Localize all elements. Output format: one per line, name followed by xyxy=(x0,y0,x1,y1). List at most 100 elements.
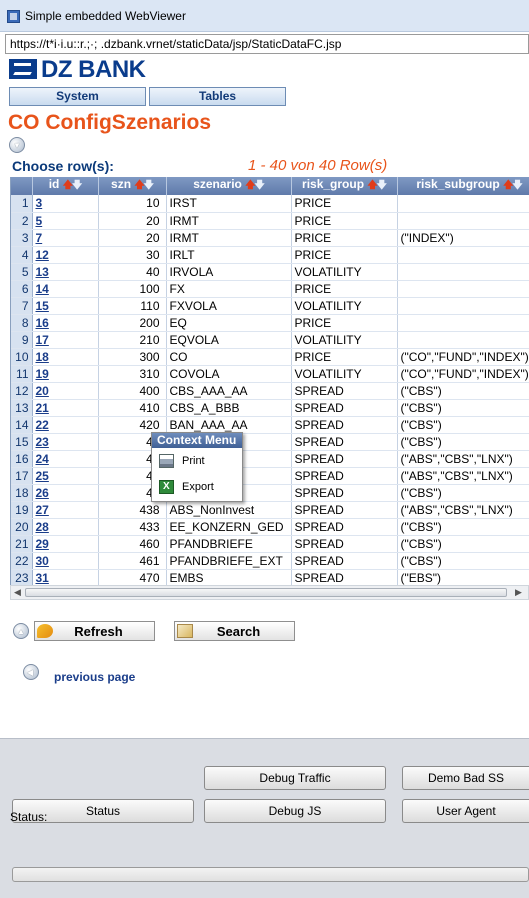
szn-cell: 433 xyxy=(98,518,167,536)
risk-group-cell: SPREAD xyxy=(291,399,398,417)
table-row[interactable]: 162442SPREAD("ABS","CBS","LNX") xyxy=(11,450,529,468)
risk-subgroup-cell xyxy=(397,314,529,332)
id-link[interactable]: 19 xyxy=(32,365,99,383)
id-link[interactable]: 20 xyxy=(32,382,99,400)
id-link[interactable]: 24 xyxy=(32,450,99,468)
table-row[interactable]: 22 30 461 PFANDBRIEFE_EXT SPREAD ("CBS") xyxy=(11,552,529,570)
table-row[interactable]: 1 3 10 IRST PRICE xyxy=(11,195,529,213)
id-link[interactable]: 26 xyxy=(32,484,99,502)
row-number: 2 xyxy=(11,212,33,230)
table-row[interactable]: 7 15 110 FXVOLA VOLATILITY xyxy=(11,297,529,315)
szn-cell: 10 xyxy=(98,195,167,213)
collapse-up-button[interactable]: ▲ xyxy=(13,623,29,639)
row-number: 10 xyxy=(11,348,33,366)
debug-traffic-button[interactable]: Debug Traffic xyxy=(204,766,386,790)
user-agent-button[interactable]: User Agent xyxy=(402,799,529,823)
id-link[interactable]: 14 xyxy=(32,280,99,298)
table-row[interactable]: 5 13 40 IRVOLA VOLATILITY xyxy=(11,263,529,281)
risk-subgroup-cell: ("CBS") xyxy=(397,399,529,417)
data-table-container[interactable]: id 🡅🡇 szn 🡅🡇 szenario 🡅🡇 risk_group 🡅🡇 r… xyxy=(10,177,529,585)
column-header-szn[interactable]: szn 🡅🡇 xyxy=(98,177,167,195)
search-button[interactable]: Search xyxy=(174,621,295,641)
id-link[interactable]: 25 xyxy=(32,467,99,485)
sort-arrows-icon[interactable]: 🡅🡇 xyxy=(63,180,83,191)
table-row[interactable]: 4 12 30 IRLT PRICE xyxy=(11,246,529,264)
table-row[interactable]: 10 18 300 CO PRICE ("CO","FUND","INDEX") xyxy=(11,348,529,366)
sort-arrows-icon[interactable]: 🡅🡇 xyxy=(245,180,265,191)
tab-tables[interactable]: Tables xyxy=(149,87,286,106)
id-link[interactable]: 16 xyxy=(32,314,99,332)
context-menu-item-print[interactable]: Print xyxy=(152,448,242,474)
scrollbar-thumb[interactable] xyxy=(25,588,507,597)
tab-system[interactable]: System xyxy=(9,87,146,106)
id-link[interactable]: 7 xyxy=(32,229,99,247)
row-number: 23 xyxy=(11,569,33,585)
url-bar[interactable]: https://t*i·i.u::r.;·; .dzbank.vrnet/sta… xyxy=(5,34,529,54)
refresh-button[interactable]: Refresh xyxy=(34,621,155,641)
table-row[interactable]: 20 28 433 EE_KONZERN_GED SPREAD ("CBS") xyxy=(11,518,529,536)
row-number: 20 xyxy=(11,518,33,536)
table-row[interactable]: 23 31 470 EMBS SPREAD ("EBS") xyxy=(11,569,529,585)
column-header-risk-group[interactable]: risk_group 🡅🡇 xyxy=(291,177,398,195)
previous-page-button[interactable]: ◀ xyxy=(23,664,39,680)
szenario-cell: IRMT xyxy=(166,229,292,247)
column-header-id[interactable]: id 🡅🡇 xyxy=(32,177,99,195)
risk-subgroup-cell: ("CBS") xyxy=(397,416,529,434)
id-link[interactable]: 30 xyxy=(32,552,99,570)
table-horizontal-scrollbar[interactable]: ◀ ▶ xyxy=(10,585,529,600)
sort-arrows-icon[interactable]: 🡅🡇 xyxy=(367,180,387,191)
id-link[interactable]: 15 xyxy=(32,297,99,315)
table-row[interactable]: 9 17 210 EQVOLA VOLATILITY xyxy=(11,331,529,349)
id-link[interactable]: 29 xyxy=(32,535,99,553)
id-link[interactable]: 18 xyxy=(32,348,99,366)
sort-arrows-icon[interactable]: 🡅🡇 xyxy=(503,180,523,191)
sort-arrows-icon[interactable]: 🡅🡇 xyxy=(134,180,154,191)
column-header-risk-subgroup[interactable]: risk_subgroup 🡅🡇 xyxy=(397,177,529,195)
szn-cell: 461 xyxy=(98,552,167,570)
row-number: 7 xyxy=(11,297,33,315)
context-menu: Context Menu Print Export xyxy=(151,432,243,502)
scroll-right-icon[interactable]: ▶ xyxy=(513,587,524,598)
id-link[interactable]: 12 xyxy=(32,246,99,264)
table-row[interactable]: 2 5 20 IRMT PRICE xyxy=(11,212,529,230)
id-link[interactable]: 13 xyxy=(32,263,99,281)
risk-group-cell: VOLATILITY xyxy=(291,365,398,383)
collapse-toggle-button[interactable]: ▼ xyxy=(9,137,25,153)
table-row[interactable]: 14 22 420 BAN_AAA_AA SPREAD ("CBS") xyxy=(11,416,529,434)
table-row[interactable]: 13 21 410 CBS_A_BBB SPREAD ("CBS") xyxy=(11,399,529,417)
table-row[interactable]: 21 29 460 PFANDBRIEFE SPREAD ("CBS") xyxy=(11,535,529,553)
risk-group-cell: VOLATILITY xyxy=(291,331,398,349)
id-link[interactable]: 28 xyxy=(32,518,99,536)
table-row[interactable]: 6 14 100 FX PRICE xyxy=(11,280,529,298)
previous-page-link[interactable]: previous page xyxy=(54,670,135,684)
id-link[interactable]: 17 xyxy=(32,331,99,349)
szn-cell: 400 xyxy=(98,382,167,400)
app-icon xyxy=(7,10,20,23)
row-number: 4 xyxy=(11,246,33,264)
column-header-szenario[interactable]: szenario 🡅🡇 xyxy=(166,177,292,195)
id-link[interactable]: 22 xyxy=(32,416,99,434)
id-link[interactable]: 5 xyxy=(32,212,99,230)
table-row[interactable]: 8 16 200 EQ PRICE xyxy=(11,314,529,332)
id-link[interactable]: 3 xyxy=(32,195,99,213)
id-link[interactable]: 31 xyxy=(32,569,99,585)
demo-bad-ssl-button[interactable]: Demo Bad SS xyxy=(402,766,529,790)
table-row[interactable]: 11 19 310 COVOLA VOLATILITY ("CO","FUND","IND… xyxy=(11,365,529,383)
table-row[interactable]: 172543SPREAD("ABS","CBS","LNX") xyxy=(11,467,529,485)
debug-js-button[interactable]: Debug JS xyxy=(204,799,386,823)
table-row[interactable]: 182643NSPREAD("CBS") xyxy=(11,484,529,502)
risk-subgroup-cell: ("CBS") xyxy=(397,552,529,570)
risk-subgroup-cell: ("EBS") xyxy=(397,569,529,585)
szenario-cell: COVOLA xyxy=(166,365,292,383)
table-row[interactable]: 152343SPREAD("CBS") xyxy=(11,433,529,451)
table-row[interactable]: 3 7 20 IRMT PRICE ("INDEX") xyxy=(11,229,529,247)
table-row[interactable]: 12 20 400 CBS_AAA_AA SPREAD ("CBS") xyxy=(11,382,529,400)
id-link[interactable]: 27 xyxy=(32,501,99,519)
szenario-cell: FXVOLA xyxy=(166,297,292,315)
context-menu-item-export[interactable]: Export xyxy=(152,474,242,500)
row-number: 3 xyxy=(11,229,33,247)
table-row[interactable]: 19 27 438 ABS_NonInvest SPREAD ("ABS","CBS","… xyxy=(11,501,529,519)
scroll-left-icon[interactable]: ◀ xyxy=(12,587,23,598)
id-link[interactable]: 21 xyxy=(32,399,99,417)
id-link[interactable]: 23 xyxy=(32,433,99,451)
